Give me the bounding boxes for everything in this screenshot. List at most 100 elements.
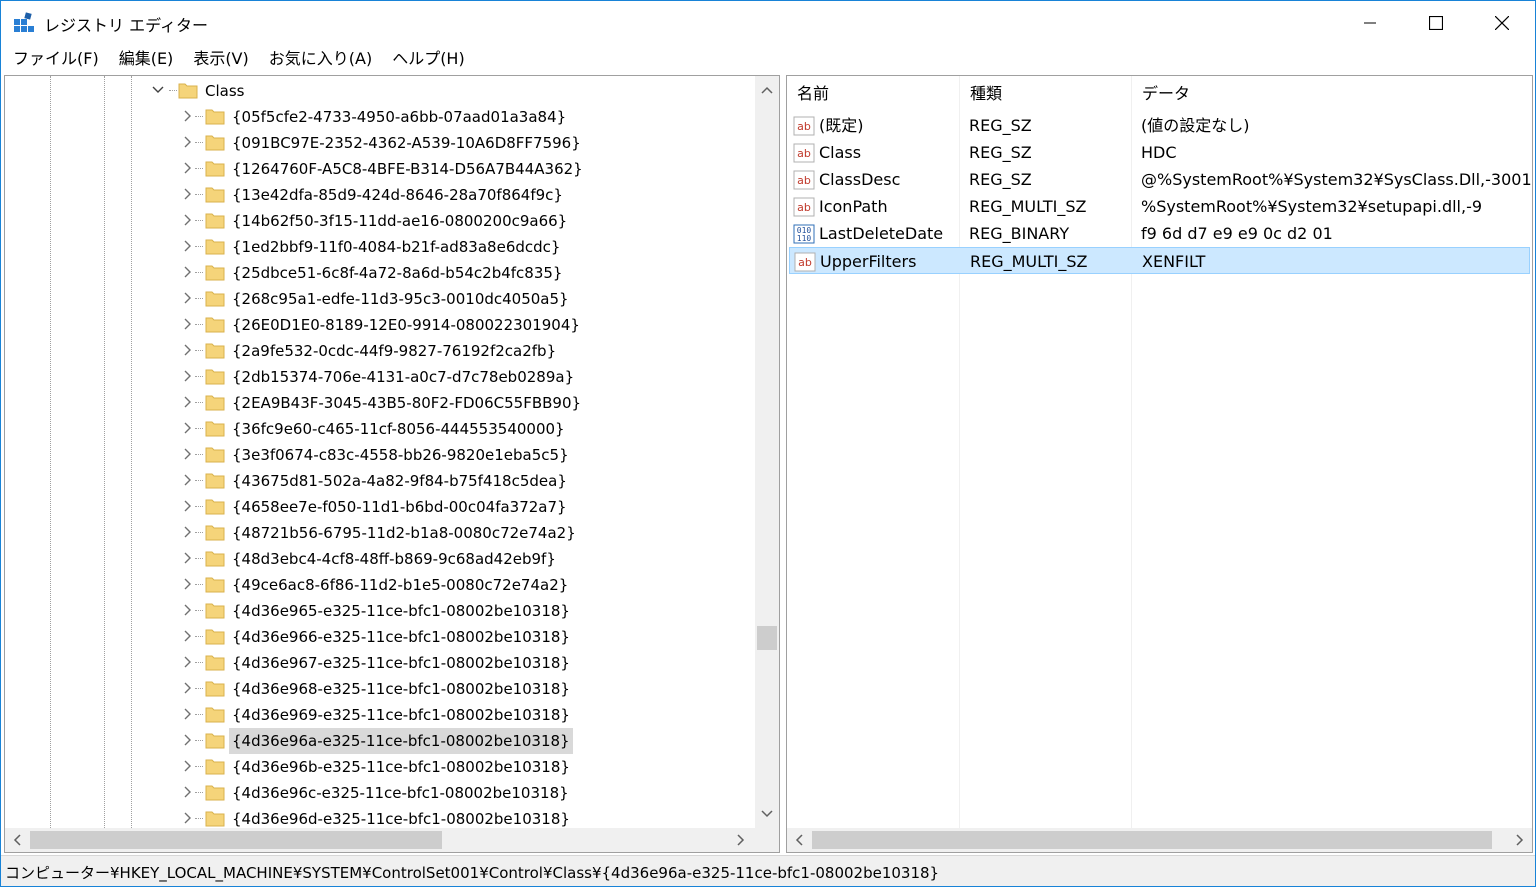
tree-item-label: {05f5cfe2-4733-4950-a6bb-07aad01a3a84}	[232, 108, 567, 126]
maximize-button[interactable]	[1403, 1, 1469, 45]
scroll-right-arrow-icon[interactable]	[729, 828, 753, 852]
chevron-right-icon[interactable]	[180, 603, 194, 617]
menu-file[interactable]: ファイル(F)	[3, 45, 109, 73]
chevron-right-icon[interactable]	[180, 239, 194, 253]
column-header-type[interactable]: 種類	[960, 76, 1132, 112]
key-tree-pane[interactable]: Class {05f5cfe2-4733-4950-a6bb-07aad01a3…	[4, 75, 780, 853]
tree-item[interactable]: {05f5cfe2-4733-4950-a6bb-07aad01a3a84}	[5, 104, 755, 130]
value-row[interactable]: ab IconPath REG_MULTI_SZ %SystemRoot%¥Syste…	[789, 193, 1530, 220]
tree-connector	[195, 636, 203, 637]
minimize-button[interactable]	[1337, 1, 1403, 45]
scroll-up-arrow-icon[interactable]	[755, 78, 779, 102]
folder-icon	[205, 315, 225, 333]
chevron-right-icon[interactable]	[180, 785, 194, 799]
value-row[interactable]: 010 110 LastDeleteDate REG_BINARY f9 6d d7 e…	[789, 220, 1530, 247]
chevron-right-icon[interactable]	[180, 733, 194, 747]
string-value-icon: ab	[793, 197, 815, 217]
chevron-right-icon[interactable]	[180, 811, 194, 825]
tree-item[interactable]: {4d36e968-e325-11ce-bfc1-08002be10318}	[5, 676, 755, 702]
scroll-right-arrow-icon[interactable]	[1508, 828, 1532, 852]
tree-item[interactable]: {4d36e96d-e325-11ce-bfc1-08002be10318}	[5, 806, 755, 828]
title-bar[interactable]: レジストリ エディター	[1, 1, 1535, 45]
chevron-right-icon[interactable]	[180, 291, 194, 305]
tree-item[interactable]: {268c95a1-edfe-11d3-95c3-0010dc4050a5}	[5, 286, 755, 312]
tree-item[interactable]: {36fc9e60-c465-11cf-8056-444553540000}	[5, 416, 755, 442]
tree-connector	[195, 766, 203, 767]
tree-item[interactable]: {4d36e96b-e325-11ce-bfc1-08002be10318}	[5, 754, 755, 780]
close-button[interactable]	[1469, 1, 1535, 45]
scroll-down-arrow-icon[interactable]	[755, 802, 779, 826]
chevron-right-icon[interactable]	[180, 265, 194, 279]
chevron-right-icon[interactable]	[180, 577, 194, 591]
chevron-right-icon[interactable]	[180, 525, 194, 539]
menu-edit[interactable]: 編集(E)	[109, 45, 184, 73]
tree-item[interactable]: {3e3f0674-c83c-4558-bb26-9820e1eba5c5}	[5, 442, 755, 468]
tree-item-label: {2db15374-706e-4131-a0c7-d7c78eb0289a}	[232, 368, 575, 386]
value-row[interactable]: ab ClassDesc REG_SZ @%SystemRoot%¥System32¥…	[789, 166, 1532, 193]
tree-item[interactable]: {4d36e96c-e325-11ce-bfc1-08002be10318}	[5, 780, 755, 806]
value-name: UpperFilters	[820, 252, 917, 271]
tree-horizontal-scrollbar[interactable]	[5, 828, 755, 852]
tree-item[interactable]: {091BC97E-2352-4362-A539-10A6D8FF7596}	[5, 130, 755, 156]
chevron-right-icon[interactable]	[180, 655, 194, 669]
tree-item[interactable]: {25dbce51-6c8f-4a72-8a6d-b54c2b4fc835}	[5, 260, 755, 286]
tree-item[interactable]: {1ed2bbf9-11f0-4084-b21f-ad83a8e6dcdc}	[5, 234, 755, 260]
chevron-right-icon[interactable]	[180, 109, 194, 123]
tree-item[interactable]: {4d36e967-e325-11ce-bfc1-08002be10318}	[5, 650, 755, 676]
tree-item-label: {1264760F-A5C8-4BFE-B314-D56A7B44A362}	[232, 160, 583, 178]
tree-vscroll-thumb[interactable]	[757, 626, 777, 650]
value-row[interactable]: ab Class REG_SZ HDC	[789, 139, 1530, 166]
tree-item[interactable]: {43675d81-502a-4a82-9f84-b75f418c5dea}	[5, 468, 755, 494]
chevron-right-icon[interactable]	[180, 551, 194, 565]
tree-item[interactable]: {49ce6ac8-6f86-11d2-b1e5-0080c72e74a2}	[5, 572, 755, 598]
folder-icon	[205, 263, 225, 281]
chevron-right-icon[interactable]	[180, 317, 194, 331]
tree-item[interactable]: {48d3ebc4-4cf8-48ff-b869-9c68ad42eb9f}	[5, 546, 755, 572]
chevron-right-icon[interactable]	[180, 629, 194, 643]
chevron-right-icon[interactable]	[180, 343, 194, 357]
tree-item[interactable]: {4d36e96a-e325-11ce-bfc1-08002be10318}	[5, 728, 755, 754]
tree-item[interactable]: {48721b56-6795-11d2-b1a8-0080c72e74a2}	[5, 520, 755, 546]
value-list-pane[interactable]: 名前 種類 データ ab (既定) REG_SZ (値の設定なし) ab Class REG…	[786, 75, 1533, 853]
tree-item[interactable]: {1264760F-A5C8-4BFE-B314-D56A7B44A362}	[5, 156, 755, 182]
scroll-left-arrow-icon[interactable]	[5, 828, 29, 852]
status-bar: コンピューター¥HKEY_LOCAL_MACHINE¥SYSTEM¥Contro…	[1, 855, 1535, 886]
menu-favorites[interactable]: お気に入り(A)	[259, 45, 382, 73]
tree-item[interactable]: {14b62f50-3f15-11dd-ae16-0800200c9a66}	[5, 208, 755, 234]
chevron-right-icon[interactable]	[180, 681, 194, 695]
list-hscroll-thumb[interactable]	[812, 831, 1492, 849]
tree-item[interactable]: {4d36e966-e325-11ce-bfc1-08002be10318}	[5, 624, 755, 650]
tree-item[interactable]: {4d36e965-e325-11ce-bfc1-08002be10318}	[5, 598, 755, 624]
tree-item[interactable]: {26E0D1E0-8189-12E0-9914-080022301904}	[5, 312, 755, 338]
chevron-right-icon[interactable]	[180, 161, 194, 175]
chevron-right-icon[interactable]	[180, 499, 194, 513]
column-header-data[interactable]: データ	[1132, 76, 1532, 112]
column-header-name[interactable]: 名前	[787, 76, 959, 112]
chevron-right-icon[interactable]	[180, 759, 194, 773]
chevron-down-icon[interactable]	[151, 83, 165, 97]
chevron-right-icon[interactable]	[180, 473, 194, 487]
chevron-right-icon[interactable]	[180, 187, 194, 201]
menu-help[interactable]: ヘルプ(H)	[382, 45, 475, 73]
tree-item[interactable]: {2EA9B43F-3045-43B5-80F2-FD06C55FBB90}	[5, 390, 755, 416]
chevron-right-icon[interactable]	[180, 707, 194, 721]
tree-vertical-scrollbar[interactable]	[755, 76, 779, 828]
tree-item[interactable]: {2db15374-706e-4131-a0c7-d7c78eb0289a}	[5, 364, 755, 390]
value-row[interactable]: ab (既定) REG_SZ (値の設定なし)	[789, 112, 1530, 139]
tree-item[interactable]: {2a9fe532-0cdc-44f9-9827-76192f2ca2fb}	[5, 338, 755, 364]
tree-item[interactable]: {4658ee7e-f050-11d1-b6bd-00c04fa372a7}	[5, 494, 755, 520]
chevron-right-icon[interactable]	[180, 135, 194, 149]
chevron-right-icon[interactable]	[180, 395, 194, 409]
menu-view[interactable]: 表示(V)	[183, 45, 258, 73]
scroll-left-arrow-icon[interactable]	[787, 828, 811, 852]
chevron-right-icon[interactable]	[180, 369, 194, 383]
chevron-right-icon[interactable]	[180, 213, 194, 227]
value-row[interactable]: ab UpperFilters REG_MULTI_SZ XENFILT	[789, 247, 1530, 274]
chevron-right-icon[interactable]	[180, 447, 194, 461]
tree-item[interactable]: {13e42dfa-85d9-424d-8646-28a70f864f9c}	[5, 182, 755, 208]
tree-item-class[interactable]: Class	[5, 78, 755, 104]
list-horizontal-scrollbar[interactable]	[787, 828, 1532, 852]
tree-item[interactable]: {4d36e969-e325-11ce-bfc1-08002be10318}	[5, 702, 755, 728]
chevron-right-icon[interactable]	[180, 421, 194, 435]
tree-hscroll-thumb[interactable]	[30, 831, 442, 849]
